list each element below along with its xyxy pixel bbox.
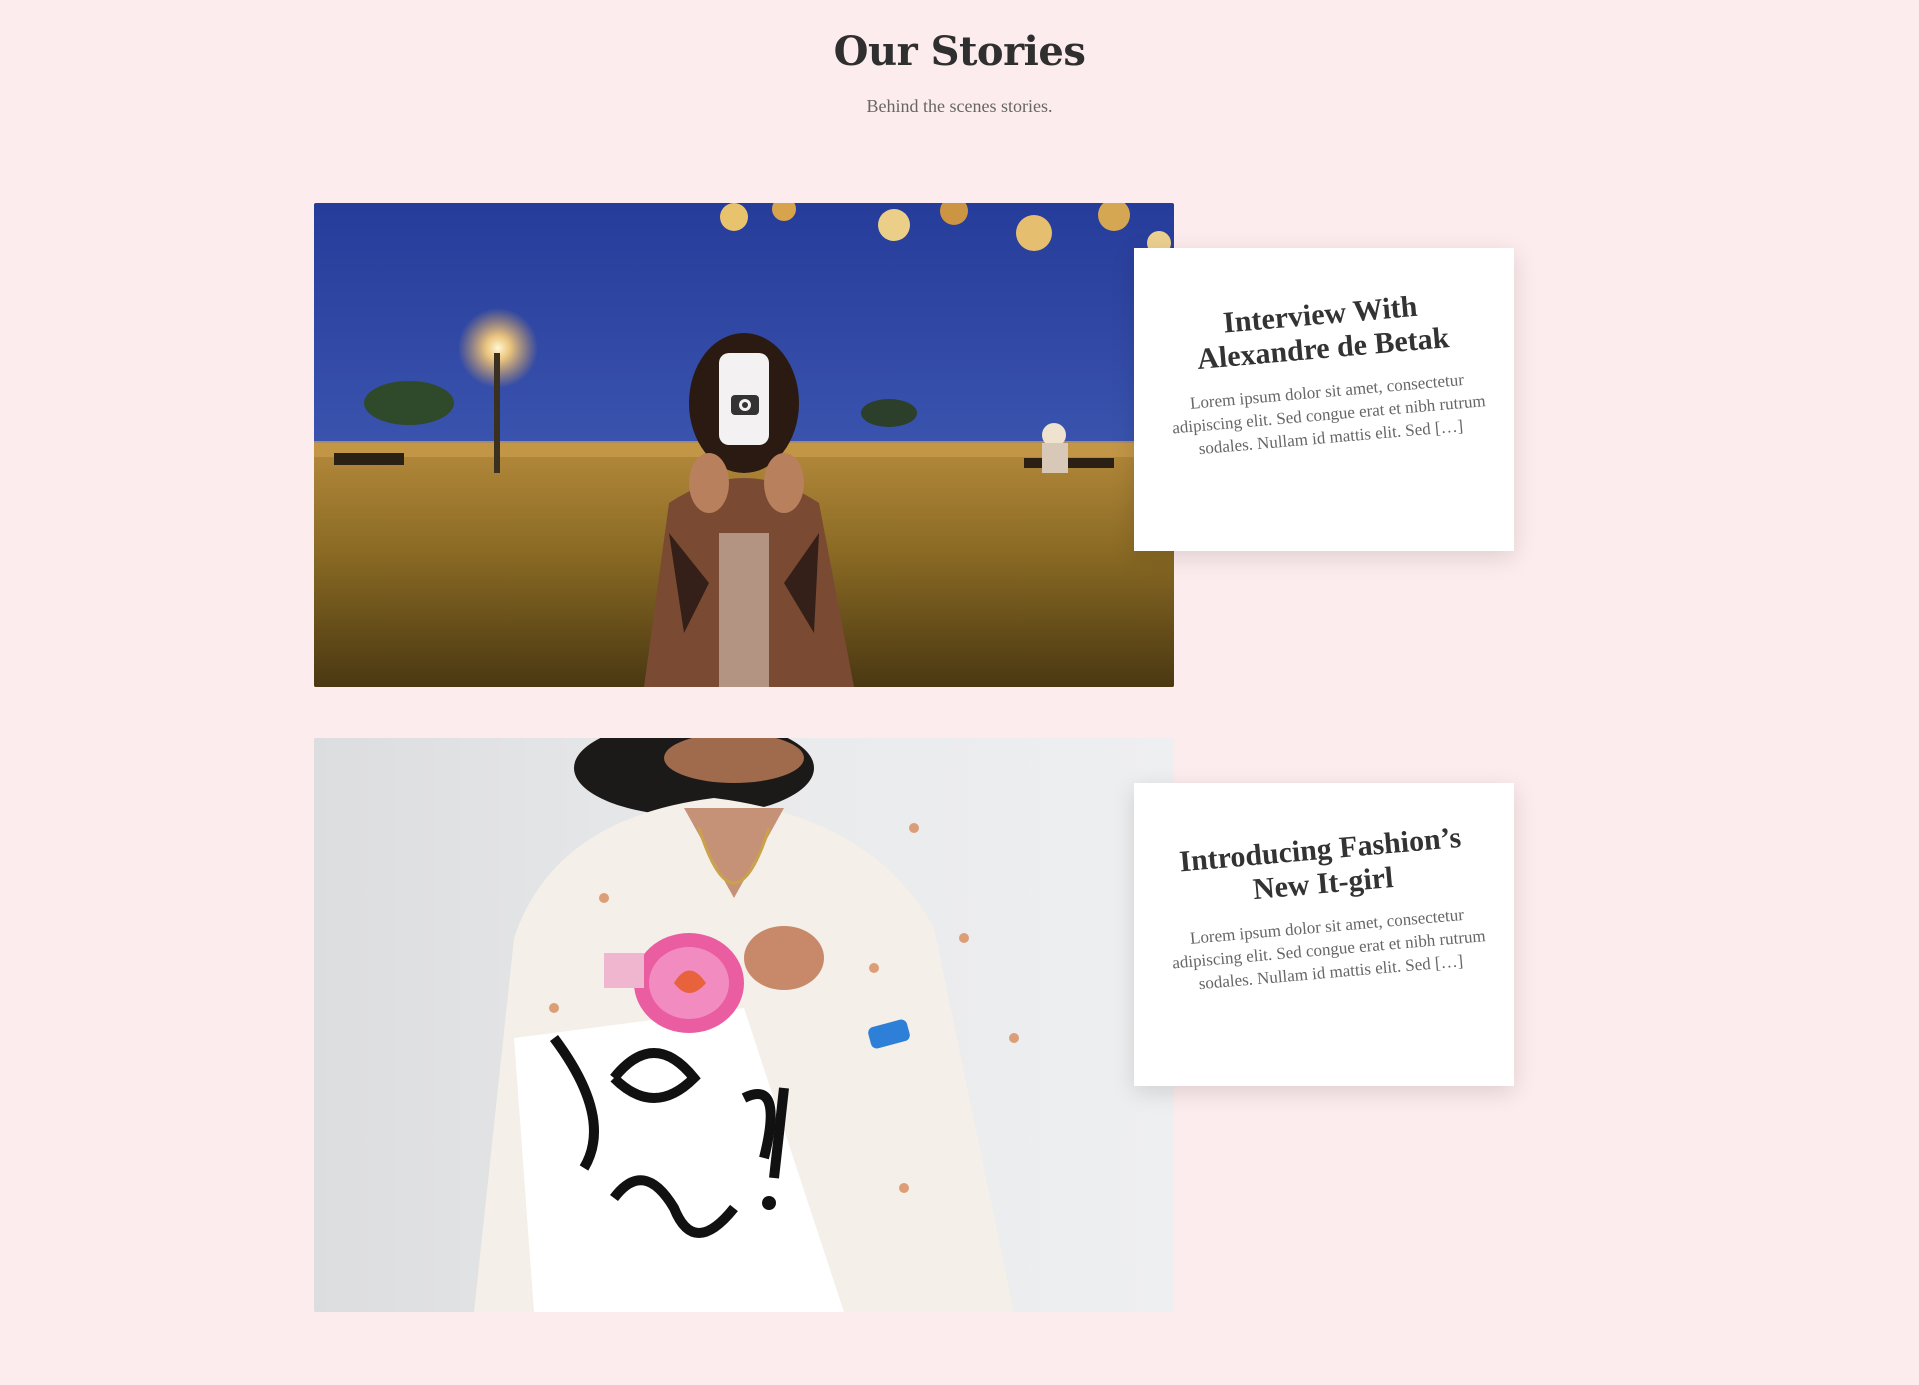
story-title-link[interactable]: Introducing Fashion’s New It-girl — [1159, 819, 1484, 915]
story-photo-tote-bag — [314, 738, 1174, 1312]
story-card: Introducing Fashion’s New It-girl Lorem … — [1134, 783, 1514, 1086]
story-excerpt: Lorem ipsum dolor sit amet, consectetur … — [1171, 904, 1487, 994]
story-image-link[interactable] — [314, 203, 1174, 687]
story-card: Interview With Alexandre de Betak Lorem … — [1134, 248, 1514, 551]
story-photo-night-park — [314, 203, 1174, 687]
section-header: Our Stories Behind the scenes stories. — [0, 24, 1919, 118]
story-item: Introducing Fashion’s New It-girl Lorem … — [314, 738, 1514, 1312]
story-title-link[interactable]: Interview With Alexandre de Betak — [1159, 284, 1484, 380]
section-subtitle: Behind the scenes stories. — [866, 96, 1053, 116]
story-item: Interview With Alexandre de Betak Lorem … — [314, 203, 1514, 687]
section-title: Our Stories — [833, 28, 1086, 75]
story-image-link[interactable] — [314, 738, 1174, 1312]
story-excerpt: Lorem ipsum dolor sit amet, consectetur … — [1171, 369, 1487, 459]
